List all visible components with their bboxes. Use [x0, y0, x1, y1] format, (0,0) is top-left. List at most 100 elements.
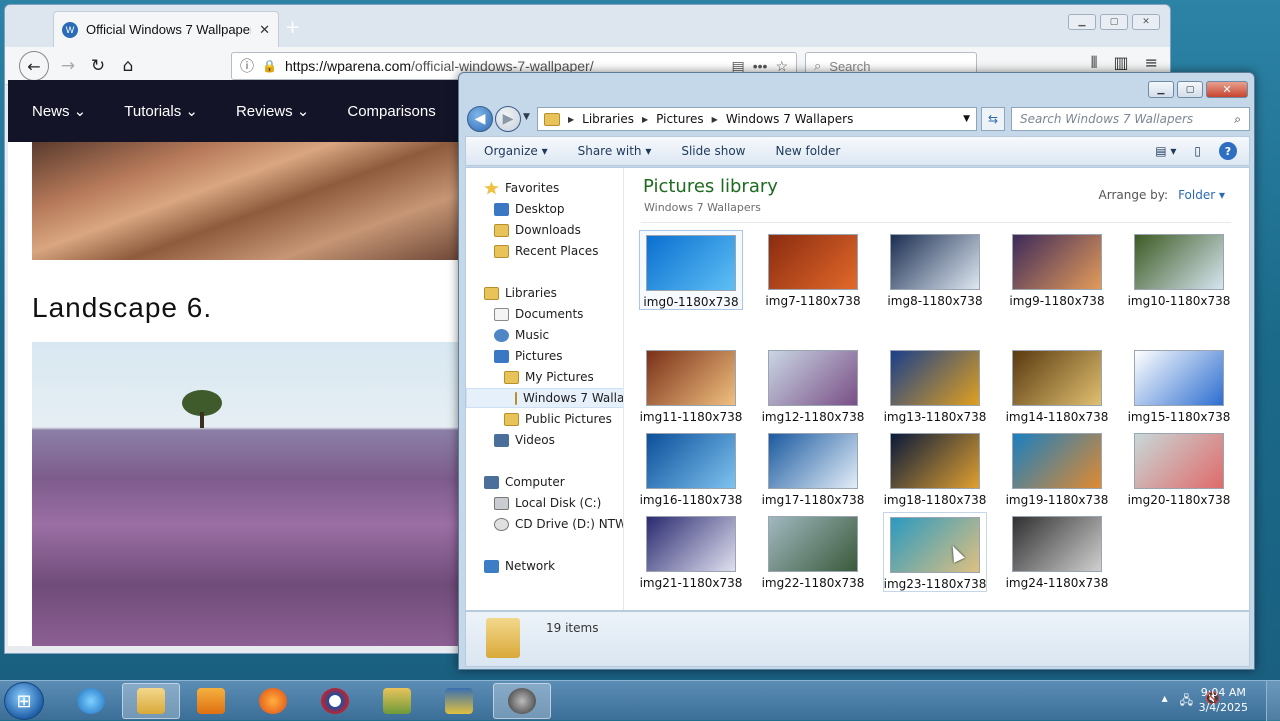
- firefox-icon[interactable]: [244, 683, 302, 719]
- explorer-forward-icon[interactable]: ▶: [495, 106, 521, 132]
- raccoon-app-icon[interactable]: [493, 683, 551, 719]
- file-thumbnail[interactable]: img11-1180x738: [639, 346, 743, 426]
- file-thumbnail[interactable]: img9-1180x738: [1005, 230, 1109, 310]
- file-thumbnail[interactable]: img15-1180x738: [1127, 346, 1231, 426]
- new-folder-button[interactable]: New folder: [775, 144, 840, 158]
- reload-icon[interactable]: ↻: [85, 53, 111, 79]
- file-thumbnail[interactable]: img0-1180x738: [639, 230, 743, 310]
- clock[interactable]: 9:04 AM 3/4/2025: [1199, 685, 1248, 715]
- nav-item[interactable]: Local Disk (C:): [494, 493, 601, 513]
- nav-news[interactable]: News ⌄: [32, 102, 86, 120]
- address-dropdown-icon[interactable]: ▼: [963, 114, 970, 124]
- recent-pages-dropdown-icon[interactable]: ▼: [523, 112, 530, 122]
- file-thumbnail[interactable]: img19-1180x738: [1005, 429, 1109, 509]
- windows-explorer-icon[interactable]: [122, 683, 180, 719]
- file-thumbnail[interactable]: img7-1180x738: [761, 230, 865, 310]
- internet-explorer-icon[interactable]: [62, 683, 120, 719]
- network-icon[interactable]: 🖧: [1180, 691, 1193, 712]
- folder-app-icon[interactable]: [368, 683, 426, 719]
- preview-pane-icon[interactable]: ▯: [1194, 144, 1201, 158]
- close-button[interactable]: ✕: [1132, 14, 1160, 30]
- nav-item[interactable]: Public Pictures: [504, 409, 612, 429]
- explorer-minimize-button[interactable]: ▁: [1148, 81, 1174, 98]
- tab-close-icon[interactable]: ✕: [259, 22, 270, 38]
- arrange-dropdown[interactable]: Folder ▾: [1178, 188, 1225, 202]
- desert-landscape-image: [32, 142, 468, 260]
- file-name: img21-1180x738: [639, 576, 743, 590]
- breadcrumb-pictures[interactable]: Pictures: [656, 112, 704, 126]
- help-icon[interactable]: ?: [1219, 142, 1237, 160]
- nav-item[interactable]: Videos: [494, 430, 555, 450]
- explorer-back-icon[interactable]: ◀: [467, 106, 493, 132]
- change-view-icon[interactable]: ▤ ▾: [1155, 144, 1176, 158]
- firefox-tab[interactable]: W Official Windows 7 Wallpapers ✕: [53, 11, 279, 47]
- nav-item[interactable]: Network: [484, 556, 555, 576]
- file-name: img11-1180x738: [639, 410, 743, 424]
- library-icon[interactable]: ⫴: [1091, 53, 1098, 73]
- menu-icon[interactable]: ≡: [1145, 53, 1158, 73]
- file-name: img18-1180x738: [883, 493, 987, 507]
- nav-item[interactable]: Computer: [484, 472, 565, 492]
- breadcrumb-folder[interactable]: Windows 7 Wallapers: [726, 112, 854, 126]
- nav-item[interactable]: Downloads: [494, 220, 581, 240]
- refresh-icon[interactable]: ⇆: [981, 107, 1005, 131]
- folder-icon: [544, 112, 560, 126]
- slide-show-button[interactable]: Slide show: [681, 144, 745, 158]
- nav-reviews[interactable]: Reviews ⌄: [236, 102, 309, 120]
- nav-item[interactable]: My Pictures: [504, 367, 594, 387]
- show-hidden-icons-icon[interactable]: ▴: [1162, 691, 1168, 712]
- file-thumbnail[interactable]: img8-1180x738: [883, 230, 987, 310]
- back-arrow-icon[interactable]: ←: [19, 51, 49, 81]
- file-thumbnail[interactable]: img14-1180x738: [1005, 346, 1109, 426]
- file-thumbnail[interactable]: img10-1180x738: [1127, 230, 1231, 310]
- nav-comparisons[interactable]: Comparisons: [347, 103, 435, 120]
- settings-app-icon[interactable]: [430, 683, 488, 719]
- home-icon[interactable]: ⌂: [115, 53, 141, 79]
- media-player-icon[interactable]: [182, 683, 240, 719]
- nav-item[interactable]: Desktop: [494, 199, 565, 219]
- file-thumbnail[interactable]: img22-1180x738: [761, 512, 865, 592]
- nav-item[interactable]: Favorites: [484, 178, 559, 198]
- breadcrumb-separator-icon[interactable]: ▶: [642, 115, 648, 124]
- sidebar-icon[interactable]: ▥: [1113, 53, 1128, 73]
- explorer-close-button[interactable]: ✕: [1206, 81, 1248, 98]
- maximize-button[interactable]: ▢: [1100, 14, 1128, 30]
- firefox-window-controls: ▁ ▢ ✕: [1068, 14, 1160, 30]
- nav-item[interactable]: CD Drive (D:) NTWK: [494, 514, 623, 534]
- file-thumbnail[interactable]: img21-1180x738: [639, 512, 743, 592]
- file-thumbnail[interactable]: img13-1180x738: [883, 346, 987, 426]
- show-desktop-button[interactable]: [1266, 681, 1280, 721]
- file-thumbnail[interactable]: img16-1180x738: [639, 429, 743, 509]
- forward-arrow-icon[interactable]: →: [55, 53, 81, 79]
- nav-item[interactable]: Documents: [494, 304, 583, 324]
- nav-item[interactable]: Pictures: [494, 346, 563, 366]
- thumbnail-image: [890, 350, 980, 406]
- organize-button[interactable]: Organize ▾: [484, 144, 548, 158]
- nav-item[interactable]: Music: [494, 325, 549, 345]
- obama-app-icon[interactable]: [306, 683, 364, 719]
- nav-item[interactable]: Recent Places: [494, 241, 598, 261]
- address-bar[interactable]: ▶ Libraries ▶ Pictures ▶ Windows 7 Walla…: [537, 107, 977, 131]
- file-name: img23-1180x738: [883, 577, 987, 591]
- file-thumbnail[interactable]: img24-1180x738: [1005, 512, 1109, 592]
- file-thumbnail[interactable]: img12-1180x738: [761, 346, 865, 426]
- nav-item[interactable]: Libraries: [484, 283, 557, 303]
- explorer-search-input[interactable]: Search Windows 7 Wallapers ⌕: [1011, 107, 1250, 131]
- nav-item[interactable]: Windows 7 Wallapers: [466, 388, 623, 408]
- new-tab-button[interactable]: +: [285, 17, 300, 38]
- breadcrumb-separator-icon[interactable]: ▶: [568, 115, 574, 124]
- nav-item-label: Recent Places: [515, 244, 599, 258]
- breadcrumb-separator-icon[interactable]: ▶: [712, 115, 718, 124]
- share-with-button[interactable]: Share with ▾: [578, 144, 652, 158]
- file-thumbnail[interactable]: img23-1180x738: [883, 512, 987, 592]
- file-thumbnail[interactable]: img20-1180x738: [1127, 429, 1231, 509]
- file-thumbnail[interactable]: img17-1180x738: [761, 429, 865, 509]
- nav-tutorials[interactable]: Tutorials ⌄: [124, 102, 198, 120]
- explorer-maximize-button[interactable]: ▢: [1177, 81, 1203, 98]
- start-button[interactable]: ⊞: [4, 682, 44, 720]
- minimize-button[interactable]: ▁: [1068, 14, 1096, 30]
- file-thumbnail[interactable]: img18-1180x738: [883, 429, 987, 509]
- info-icon[interactable]: ⓘ: [240, 56, 254, 76]
- blue-icon: [494, 349, 509, 363]
- breadcrumb-libraries[interactable]: Libraries: [582, 112, 634, 126]
